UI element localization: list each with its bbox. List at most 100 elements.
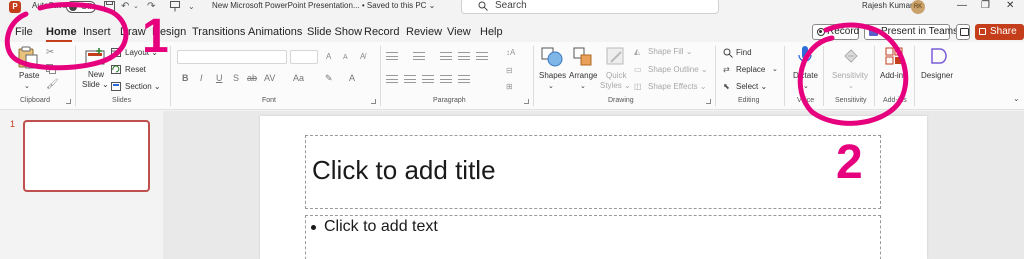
decrease-indent-icon[interactable] [440, 52, 452, 60]
font-launcher-icon[interactable] [371, 99, 376, 104]
replace-dropdown-icon[interactable]: ⌄ [772, 65, 778, 75]
tab-record[interactable]: Record [364, 24, 399, 40]
dictate-button[interactable]: Dictate [793, 71, 818, 81]
save-icon[interactable] [104, 1, 115, 16]
tab-design[interactable]: Design [152, 24, 186, 40]
undo-icon[interactable]: ↶ [121, 1, 129, 13]
tab-draw[interactable]: Draw [120, 24, 146, 40]
drawing-launcher-icon[interactable] [706, 99, 711, 104]
italic-button[interactable]: I [200, 73, 203, 83]
strikethrough-button[interactable]: ab [247, 73, 257, 83]
columns-icon[interactable] [458, 75, 470, 83]
reset-button[interactable]: Reset [125, 65, 146, 75]
present-in-teams-button[interactable]: Present in Teams [864, 24, 958, 40]
tab-home[interactable]: Home [46, 24, 77, 40]
search-input[interactable]: Search [461, 0, 719, 14]
shape-fill-button[interactable]: Shape Fill ⌄ [648, 47, 693, 57]
paste-label[interactable]: Paste [19, 71, 39, 81]
font-family-select[interactable] [177, 50, 287, 64]
dictate-dropdown-icon[interactable]: ⌄ [803, 82, 809, 92]
cut-icon[interactable]: ✂ [46, 48, 54, 58]
quick-styles-dropdown[interactable]: Styles ⌄ [600, 81, 631, 91]
font-size-select[interactable] [290, 50, 318, 64]
new-slide-icon[interactable] [85, 48, 107, 69]
sensitivity-icon[interactable] [842, 47, 860, 68]
underline-button[interactable]: U [216, 73, 223, 83]
increase-indent-icon[interactable] [458, 52, 470, 60]
justify-icon[interactable] [440, 75, 452, 83]
title-placeholder[interactable]: Click to add title [305, 135, 881, 209]
close-icon[interactable]: ✕ [1006, 0, 1014, 12]
restore-icon[interactable]: ❐ [981, 0, 990, 12]
character-spacing-button[interactable]: AV [264, 73, 275, 83]
font-color-icon[interactable]: A [349, 73, 355, 83]
tab-insert[interactable]: Insert [83, 24, 111, 40]
collapse-ribbon-icon[interactable]: ⌄ [1013, 94, 1020, 104]
shape-outline-button[interactable]: Shape Outline ⌄ [648, 65, 708, 75]
copy-icon[interactable] [46, 64, 56, 77]
avatar[interactable]: RK [911, 0, 925, 14]
shapes-dropdown-icon[interactable]: ⌄ [548, 82, 554, 92]
align-text-icon[interactable]: ⊟ [506, 66, 513, 76]
smartart-icon[interactable]: ⊞ [506, 82, 513, 92]
highlight-color-icon[interactable]: ✎ [325, 73, 333, 83]
change-case-button[interactable]: Aa [293, 73, 304, 83]
quick-styles-label[interactable]: Quick [606, 71, 626, 81]
select-button[interactable]: Select ⌄ [736, 82, 767, 92]
add-ins-icon[interactable] [885, 47, 903, 68]
tab-transitions[interactable]: Transitions [192, 24, 245, 40]
replace-button[interactable]: Replace [736, 65, 765, 75]
clear-formatting-icon[interactable]: A̸ [360, 52, 365, 62]
shapes-icon[interactable] [541, 47, 563, 70]
text-direction-icon[interactable]: ↕A [506, 48, 515, 58]
minimize-icon[interactable]: — [957, 0, 967, 12]
document-title[interactable]: New Microsoft PowerPoint Presentation...… [212, 1, 435, 10]
sensitivity-button[interactable]: Sensitivity [832, 71, 868, 81]
layout-button[interactable]: Layout ⌄ [125, 48, 158, 58]
section-button[interactable]: Section ⌄ [125, 82, 161, 92]
text-shadow-button[interactable]: S [233, 73, 239, 83]
redo-icon[interactable]: ↷ [147, 1, 155, 13]
share-button[interactable]: Share ⌄ [975, 24, 1024, 53]
new-slide-dropdown[interactable]: Slide ⌄ [82, 80, 109, 90]
autosave-toggle[interactable]: Off [66, 1, 96, 13]
designer-button[interactable]: Designer [921, 71, 953, 81]
numbering-icon[interactable] [413, 52, 425, 60]
format-painter-icon[interactable]: 🖌 [46, 80, 59, 90]
arrange-dropdown-icon[interactable]: ⌄ [580, 82, 586, 92]
slide-thumbnail[interactable] [23, 120, 150, 192]
paste-dropdown-icon[interactable]: ⌄ [24, 82, 30, 92]
line-spacing-icon[interactable] [476, 52, 488, 60]
present-from-beginning-icon[interactable] [170, 1, 180, 16]
microphone-icon[interactable] [798, 45, 812, 72]
arrange-label[interactable]: Arrange [569, 71, 597, 81]
shape-effects-button[interactable]: Shape Effects ⌄ [648, 82, 707, 92]
quick-styles-icon[interactable] [606, 47, 626, 70]
sensitivity-dropdown-icon[interactable]: ⌄ [848, 82, 854, 92]
tab-file[interactable]: File [15, 24, 33, 40]
user-name[interactable]: Rajesh Kumar [862, 1, 913, 10]
align-right-icon[interactable] [422, 75, 434, 83]
tab-help[interactable]: Help [480, 24, 503, 40]
tab-slide-show[interactable]: Slide Show [307, 24, 362, 40]
align-center-icon[interactable] [404, 75, 416, 83]
tab-view[interactable]: View [447, 24, 471, 40]
increase-font-button[interactable]: A [326, 52, 331, 62]
clipboard-launcher-icon[interactable] [66, 99, 71, 104]
body-placeholder[interactable]: Click to add text [305, 215, 881, 259]
bullets-icon[interactable] [386, 52, 398, 60]
customize-toolbar-icon[interactable]: ⌄ [188, 1, 195, 13]
shapes-label[interactable]: Shapes [539, 71, 566, 81]
align-left-icon[interactable] [386, 75, 398, 83]
paste-icon[interactable] [17, 46, 39, 73]
paragraph-launcher-icon[interactable] [524, 99, 529, 104]
comments-icon[interactable] [956, 24, 970, 40]
find-button[interactable]: Find [736, 48, 752, 58]
tab-review[interactable]: Review [406, 24, 442, 40]
undo-dropdown-icon[interactable]: ⌄ [133, 1, 139, 13]
add-ins-button[interactable]: Add-ins [880, 71, 907, 81]
tab-animations[interactable]: Animations [248, 24, 302, 40]
new-slide-label[interactable]: New [88, 70, 104, 80]
bold-button[interactable]: B [182, 73, 189, 83]
decrease-font-button[interactable]: A [343, 53, 348, 63]
